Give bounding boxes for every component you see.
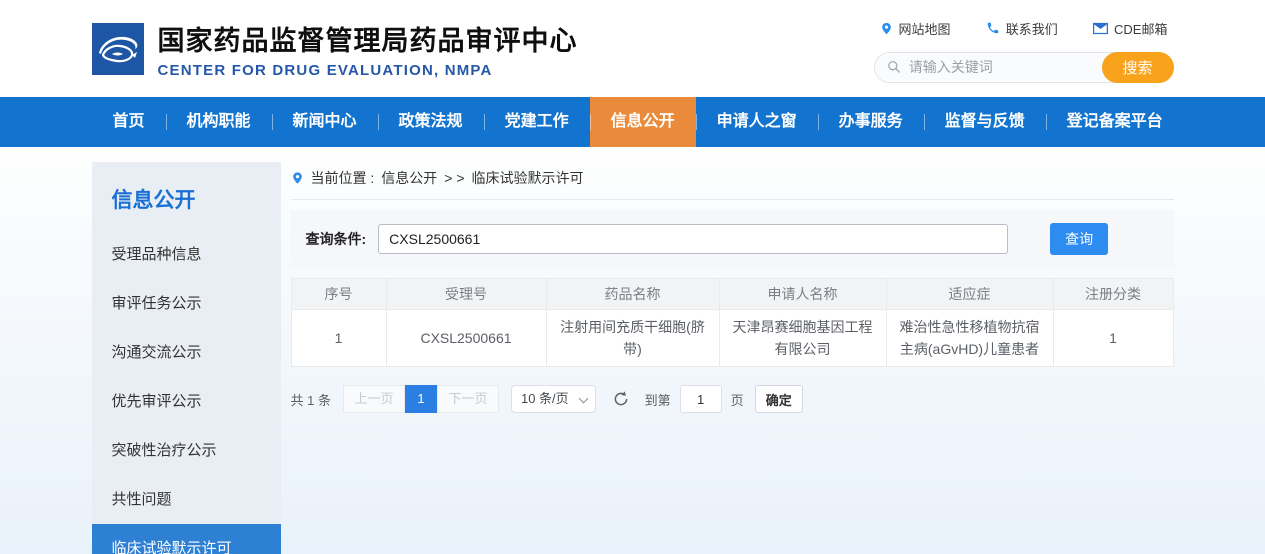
brand: 国家药品监督管理局药品审评中心 CENTER FOR DRUG EVALUATI… (92, 19, 578, 79)
location-pin-icon (880, 21, 893, 36)
breadcrumb-separator: > > (444, 170, 464, 186)
column-header-reg-category: 注册分类 (1053, 279, 1173, 310)
nav-item-registration-platform[interactable]: 登记备案平台 (1046, 97, 1184, 147)
location-pin-icon (291, 170, 304, 186)
sidebar-item-common-issues[interactable]: 共性问题 (92, 475, 281, 524)
nav-item-policies[interactable]: 政策法规 (378, 97, 484, 147)
quick-link-label: 联系我们 (1006, 19, 1058, 38)
cell-applicant: 天津昂赛细胞基因工程有限公司 (719, 310, 886, 367)
page-unit-label: 页 (731, 390, 744, 409)
mailbox-link[interactable]: CDE邮箱 (1093, 19, 1167, 38)
chevron-down-icon (578, 394, 588, 404)
mail-icon (1093, 22, 1108, 35)
breadcrumb-current: 临床试验默示许可 (472, 168, 584, 188)
site-title-en: CENTER FOR DRUG EVALUATION, NMPA (158, 62, 578, 79)
query-bar: 查询条件: 查询 (291, 210, 1174, 268)
confirm-button[interactable]: 确定 (755, 385, 803, 413)
nav-item-party[interactable]: 党建工作 (484, 97, 590, 147)
cde-logo-icon (92, 23, 144, 75)
goto-page-label: 到第 (645, 390, 671, 409)
column-header-indication: 适应症 (886, 279, 1053, 310)
sidebar-item-priority-review[interactable]: 优先审评公示 (92, 377, 281, 426)
page-number-button[interactable]: 1 (405, 385, 437, 413)
sidebar-item-accepted-varieties[interactable]: 受理品种信息 (92, 230, 281, 279)
column-header-applicant: 申请人名称 (719, 279, 886, 310)
brand-text: 国家药品监督管理局药品审评中心 CENTER FOR DRUG EVALUATI… (158, 19, 578, 79)
nav-item-info-disclosure[interactable]: 信息公开 (590, 97, 696, 147)
cell-indication: 难治性急性移植物抗宿主病(aGvHD)儿童患者 (886, 310, 1053, 367)
pagination-total: 共 1 条 (291, 390, 331, 409)
quick-links: 网站地图 联系我们 CDE邮箱 (874, 19, 1174, 38)
nav-item-functions[interactable]: 机构职能 (166, 97, 272, 147)
breadcrumb-section[interactable]: 信息公开 (381, 168, 437, 188)
sidebar-item-review-tasks[interactable]: 审评任务公示 (92, 279, 281, 328)
query-button[interactable]: 查询 (1050, 223, 1108, 255)
page-size-label: 10 条/页 (521, 391, 569, 406)
search-button[interactable]: 搜索 (1102, 52, 1174, 83)
search-input[interactable] (909, 59, 1097, 75)
site-header: 国家药品监督管理局药品审评中心 CENTER FOR DRUG EVALUATI… (0, 0, 1265, 97)
breadcrumb-prefix: 当前位置 : (311, 168, 375, 188)
results-table: 序号 受理号 药品名称 申请人名称 适应症 注册分类 1 CXSL2500661… (291, 278, 1174, 367)
cell-drug-name: 注射用间充质干细胞(脐带) (546, 310, 719, 367)
page-size-select[interactable]: 10 条/页 (511, 385, 596, 413)
pagination: 共 1 条 上一页 1 下一页 10 条/页 到第 页 确定 (291, 385, 1174, 413)
cell-seq: 1 (291, 310, 386, 367)
sidebar-item-clinical-trial-implied-license[interactable]: 临床试验默示许可 (92, 524, 281, 554)
sidebar-item-breakthrough-therapy[interactable]: 突破性治疗公示 (92, 426, 281, 475)
site-title-cn: 国家药品监督管理局药品审评中心 (158, 19, 578, 58)
query-input[interactable] (378, 224, 1008, 254)
quick-link-label: CDE邮箱 (1114, 19, 1167, 38)
nav-item-services[interactable]: 办事服务 (818, 97, 924, 147)
nav-item-news[interactable]: 新闻中心 (272, 97, 378, 147)
goto-page-input[interactable] (680, 385, 722, 413)
quick-link-label: 网站地图 (899, 19, 951, 38)
column-header-acceptance-no: 受理号 (386, 279, 546, 310)
cell-reg-category: 1 (1053, 310, 1173, 367)
column-header-seq: 序号 (291, 279, 386, 310)
column-header-drug-name: 药品名称 (546, 279, 719, 310)
table-header-row: 序号 受理号 药品名称 申请人名称 适应症 注册分类 (291, 279, 1173, 310)
nav-item-applicant-window[interactable]: 申请人之窗 (696, 97, 818, 147)
sidebar: 信息公开 受理品种信息 审评任务公示 沟通交流公示 优先审评公示 突破性治疗公示… (92, 162, 281, 554)
sidebar-item-communication[interactable]: 沟通交流公示 (92, 328, 281, 377)
breadcrumb: 当前位置 : 信息公开 > > 临床试验默示许可 (291, 162, 1174, 200)
main-nav: 首页 机构职能 新闻中心 政策法规 党建工作 信息公开 申请人之窗 办事服务 监… (0, 97, 1265, 147)
nav-item-home[interactable]: 首页 (92, 97, 166, 147)
phone-icon (986, 21, 1000, 35)
sidebar-title: 信息公开 (92, 162, 281, 230)
next-page-button[interactable]: 下一页 (437, 385, 499, 413)
site-search: 搜索 (874, 52, 1174, 83)
prev-page-button[interactable]: 上一页 (343, 385, 405, 413)
refresh-icon[interactable] (612, 390, 630, 408)
cell-acceptance-no: CXSL2500661 (386, 310, 546, 367)
nav-item-supervision[interactable]: 监督与反馈 (924, 97, 1046, 147)
contact-link[interactable]: 联系我们 (986, 19, 1058, 38)
query-label: 查询条件: (306, 229, 367, 249)
search-icon (887, 59, 901, 75)
table-row: 1 CXSL2500661 注射用间充质干细胞(脐带) 天津昂赛细胞基因工程有限… (291, 310, 1173, 367)
sitemap-link[interactable]: 网站地图 (880, 19, 951, 38)
